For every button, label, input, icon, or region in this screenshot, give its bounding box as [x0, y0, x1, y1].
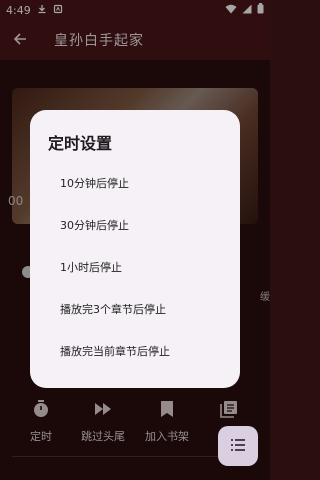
- timer-dialog: 定时设置 10分钟后停止 30分钟后停止 1小时后停止 播放完3个章节后停止 播…: [30, 110, 240, 388]
- option-current-chapter[interactable]: 播放完当前章节后停止: [60, 338, 230, 366]
- playlist-fab[interactable]: [218, 426, 258, 466]
- option-1-hour[interactable]: 1小时后停止: [60, 254, 230, 282]
- option-10-minutes[interactable]: 10分钟后停止: [60, 170, 230, 198]
- list-icon: [230, 437, 246, 456]
- option-3-chapters[interactable]: 播放完3个章节后停止: [60, 296, 230, 324]
- option-30-minutes[interactable]: 30分钟后停止: [60, 212, 230, 240]
- dialog-title: 定时设置: [48, 134, 113, 153]
